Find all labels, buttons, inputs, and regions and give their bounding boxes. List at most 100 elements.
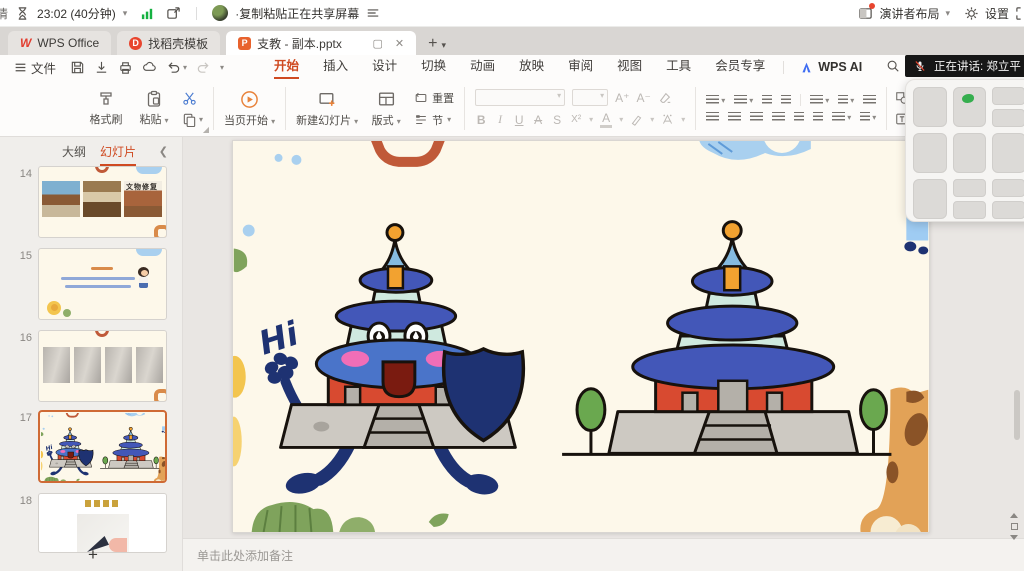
tab-list-chevron-icon[interactable]: ▾ <box>441 40 446 51</box>
line-spacing-button[interactable]: ▾ <box>832 112 851 123</box>
video-tile[interactable] <box>913 179 947 219</box>
slide-canvas[interactable] <box>232 140 930 533</box>
tab-close-icon[interactable]: ✕ <box>395 37 404 50</box>
columns-button[interactable] <box>813 112 823 123</box>
text-direction-button[interactable]: ▾ <box>810 95 829 106</box>
output-icon[interactable] <box>94 60 109 75</box>
new-tab-button[interactable]: + <box>428 35 437 53</box>
align-center-button[interactable] <box>728 112 741 123</box>
decrease-indent-button[interactable] <box>762 95 772 106</box>
increase-indent-button[interactable] <box>781 95 791 106</box>
section-button[interactable]: 节 ▾ <box>414 112 454 128</box>
speaker-layout-label[interactable]: 演讲者布局 <box>879 5 939 22</box>
video-tile[interactable] <box>992 133 1024 173</box>
fullscreen-icon[interactable] <box>1015 6 1024 21</box>
copy-icon[interactable] <box>182 112 197 127</box>
reset-button[interactable]: 重置 <box>414 90 454 106</box>
highlight-pen-icon[interactable] <box>630 113 643 126</box>
strikethrough-button[interactable]: A <box>532 113 544 127</box>
tab-slideshow[interactable]: 放映 <box>507 55 556 79</box>
video-tile-pair[interactable] <box>953 179 986 219</box>
previous-slide-icon[interactable] <box>1010 513 1018 518</box>
clear-format-icon[interactable] <box>658 91 672 105</box>
slide-nav-icon[interactable] <box>1011 523 1018 530</box>
tab-restore-icon[interactable]: ▢ <box>373 37 383 50</box>
increase-font-button[interactable]: A⁺ <box>615 91 629 105</box>
gear-icon[interactable] <box>964 6 979 21</box>
italic-button[interactable]: I <box>494 112 506 127</box>
phonetic-guide-icon[interactable] <box>661 113 674 126</box>
underline-button[interactable]: U <box>513 113 525 127</box>
font-size-select[interactable] <box>572 89 608 106</box>
tab-home[interactable]: 开始 <box>262 55 311 79</box>
bullets-button[interactable]: ▾ <box>706 95 725 106</box>
notes-bar[interactable]: 单击此处添加备注 <box>183 538 1024 571</box>
settings-label[interactable]: 设置 <box>985 5 1009 22</box>
rotate-text-button[interactable]: ▾ <box>838 95 854 106</box>
tab-transitions[interactable]: 切换 <box>409 55 458 79</box>
video-tile-pair[interactable] <box>992 87 1024 127</box>
undo-icon[interactable] <box>166 60 181 75</box>
undo-chevron-icon[interactable]: ▾ <box>183 63 187 72</box>
print-icon[interactable] <box>118 60 133 75</box>
slide-thumbnail-16[interactable]: 16 <box>38 330 167 402</box>
new-slide-button[interactable]: 新建幻灯片 ▾ <box>296 90 358 128</box>
convert-smartart-button[interactable] <box>863 95 876 106</box>
tab-insert[interactable]: 插入 <box>311 55 360 79</box>
font-family-select[interactable] <box>475 89 565 106</box>
collapse-sidebar-icon[interactable]: ❮ <box>159 145 168 158</box>
shadow-button[interactable]: S <box>551 113 563 127</box>
tab-member-exclusive[interactable]: 会员专享 <box>703 55 777 79</box>
cloud-sync-icon[interactable] <box>142 60 157 75</box>
slide-layout-button[interactable]: 版式 ▾ <box>366 90 406 128</box>
tab-current-file[interactable]: P 支教 - 副本.pptx ▢ ✕ <box>226 31 416 55</box>
slide-thumbnail-18[interactable]: 18 <box>38 493 167 553</box>
search-icon[interactable] <box>886 59 900 73</box>
tab-slides[interactable]: 幻灯片 <box>100 143 136 160</box>
file-menu-button[interactable]: 文件 <box>14 58 56 77</box>
next-slide-icon[interactable] <box>1010 535 1018 540</box>
superscript-button[interactable]: X² <box>570 114 582 125</box>
tab-outline[interactable]: 大纲 <box>62 143 86 160</box>
participant-video-grid[interactable] <box>905 79 1024 222</box>
meeting-details-partial[interactable]: 情 <box>0 5 8 22</box>
vertical-scrollbar[interactable] <box>1014 390 1020 440</box>
quick-access-chevron-icon[interactable]: ▾ <box>220 63 224 72</box>
tab-docer-templates[interactable]: D 找稻壳模板 <box>117 31 220 55</box>
tab-review[interactable]: 审阅 <box>556 55 605 79</box>
decrease-font-button[interactable]: A⁻ <box>637 91 651 105</box>
font-color-button[interactable]: A <box>600 111 612 128</box>
tab-wps-office[interactable]: W WPS Office <box>8 31 111 55</box>
video-tile[interactable] <box>953 133 987 173</box>
align-left-button[interactable] <box>706 112 719 123</box>
tab-animations[interactable]: 动画 <box>458 55 507 79</box>
hamburger-menu-icon[interactable] <box>366 6 381 21</box>
paste-button[interactable]: 粘贴 ▾ <box>134 90 174 127</box>
video-tile-active[interactable] <box>953 87 987 127</box>
chevron-down-icon[interactable]: ▾ <box>123 8 128 19</box>
distribute-button[interactable] <box>794 112 804 123</box>
bold-button[interactable]: B <box>475 113 487 127</box>
avatar[interactable] <box>212 5 228 21</box>
tab-view[interactable]: 视图 <box>605 55 654 79</box>
slide-thumbnail-17-selected[interactable]: 17 <box>38 410 167 483</box>
meeting-timer[interactable]: 23:02 (40分钟) <box>37 5 116 22</box>
format-painter-button[interactable]: 格式刷 <box>86 90 126 127</box>
dialog-launcher-icon[interactable]: ◢ <box>203 125 209 134</box>
save-icon[interactable] <box>70 60 85 75</box>
tab-tools[interactable]: 工具 <box>654 55 703 79</box>
slide-thumbnail-15[interactable]: 15 <box>38 248 167 320</box>
tab-design[interactable]: 设计 <box>360 55 409 79</box>
justify-button[interactable] <box>772 112 785 123</box>
add-slide-button[interactable]: + <box>88 545 98 565</box>
numbering-button[interactable]: ▾ <box>734 95 753 106</box>
paragraph-settings-button[interactable]: ▾ <box>860 112 876 123</box>
chevron-down-icon[interactable]: ▾ <box>945 8 950 19</box>
share-screen-icon[interactable] <box>166 6 181 21</box>
video-tile[interactable] <box>913 87 947 127</box>
wps-ai-button[interactable]: WPS AI <box>790 60 872 74</box>
slide-thumbnail-14[interactable]: 14 文物修复 <box>38 166 167 238</box>
video-tile[interactable] <box>913 133 947 173</box>
speaker-layout-icon[interactable] <box>858 6 873 21</box>
video-tile-pair[interactable] <box>992 179 1024 219</box>
